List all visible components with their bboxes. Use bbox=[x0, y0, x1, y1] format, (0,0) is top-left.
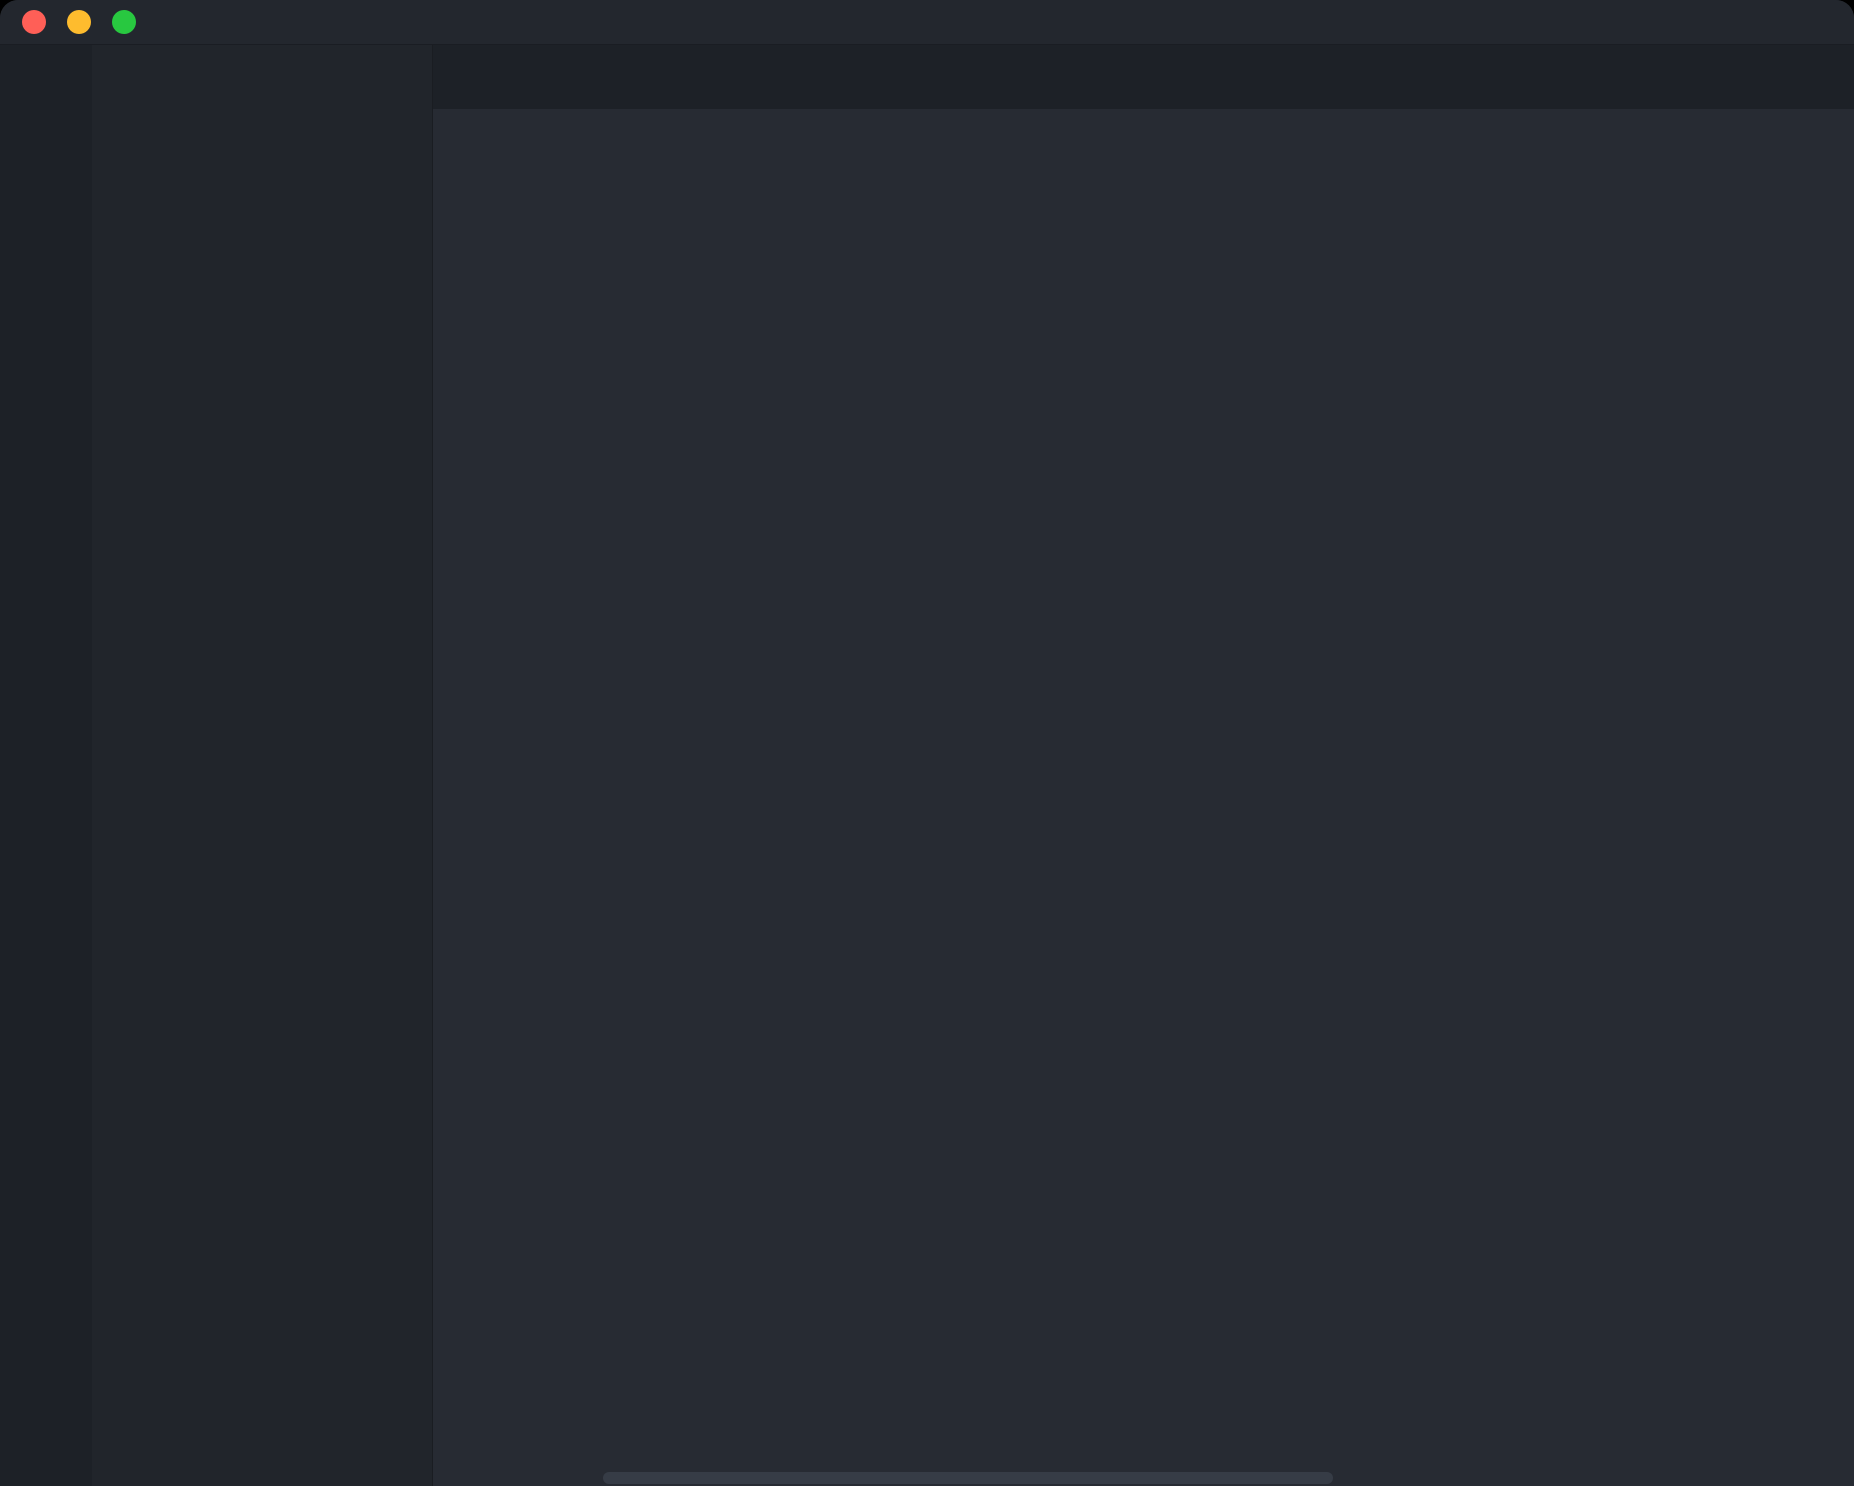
sidebar-header bbox=[92, 45, 432, 102]
editor-group bbox=[433, 45, 1854, 1486]
tab-bar bbox=[433, 45, 1854, 109]
zoom-window-button[interactable] bbox=[112, 10, 136, 34]
horizontal-scrollbar[interactable] bbox=[603, 1472, 1333, 1484]
editor-actions bbox=[1804, 45, 1854, 109]
code-lines bbox=[433, 159, 1854, 181]
activity-bar bbox=[0, 45, 92, 1486]
code-area[interactable] bbox=[433, 159, 1854, 1486]
breadcrumbs bbox=[433, 109, 1854, 159]
traffic-lights bbox=[22, 10, 136, 34]
minimize-window-button[interactable] bbox=[67, 10, 91, 34]
title-bar bbox=[0, 0, 1854, 45]
open-editors-section-header[interactable] bbox=[92, 102, 432, 148]
vscode-window bbox=[0, 0, 1854, 1486]
close-window-button[interactable] bbox=[22, 10, 46, 34]
explorer-sidebar bbox=[92, 45, 433, 1486]
osxphotos-section-header[interactable] bbox=[92, 148, 432, 194]
